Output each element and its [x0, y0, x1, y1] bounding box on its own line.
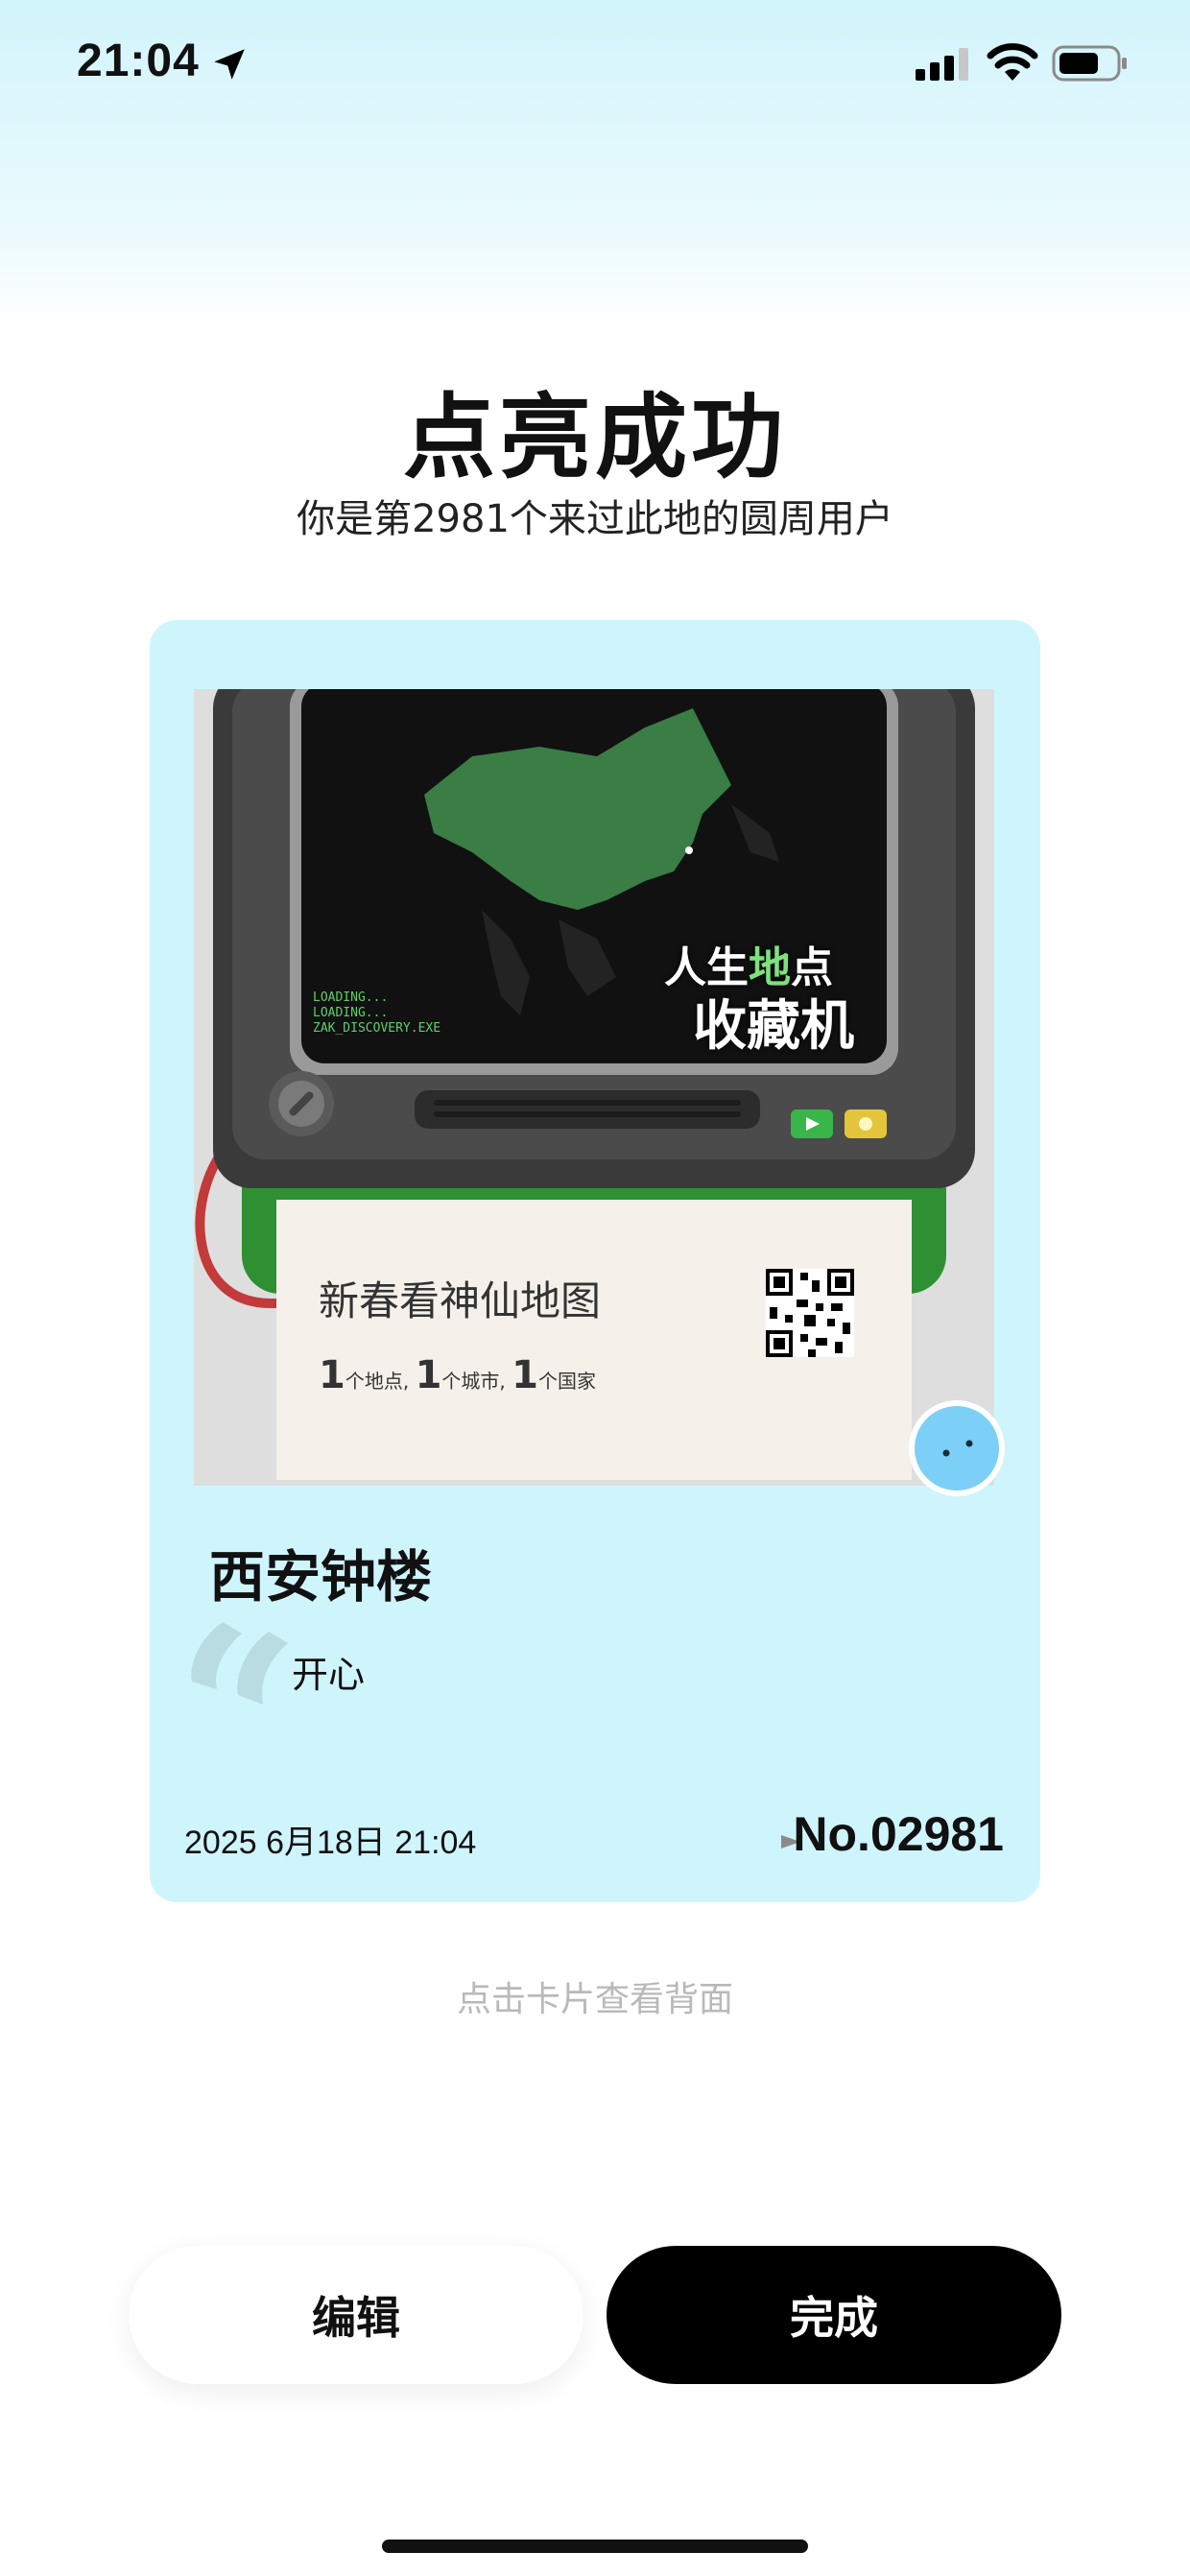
qr-code-icon — [766, 1269, 854, 1357]
checkin-date: 2025 6月18日 21:04 — [184, 1825, 477, 1861]
done-button[interactable]: 完成 — [607, 2246, 1061, 2384]
battery-icon — [1052, 45, 1127, 82]
edit-button[interactable]: 编辑 — [129, 2246, 583, 2384]
checkin-card[interactable]: LOADING... LOADING... ZAK_DISCOVERY.EXE … — [150, 620, 1040, 1902]
page-title: 点亮成功 — [403, 384, 787, 491]
ticket-stats: 1个地点, 1个城市, 1个国家 — [319, 1353, 596, 1397]
quote-mark-icon — [191, 1622, 288, 1705]
flip-card-hint[interactable]: 点击卡片查看背面 — [0, 1971, 1190, 2021]
cellular-signal-icon — [916, 48, 968, 81]
poster-ticket: 新春看神仙地图 1个地点, 1个城市, 1个国家 — [276, 1200, 912, 1480]
page-subtitle: 你是第2981个来过此地的圆周用户 — [297, 497, 893, 541]
mood-text: 开心 — [292, 1654, 366, 1696]
home-indicator[interactable] — [382, 2540, 808, 2553]
status-bar: 21:04 — [0, 0, 1190, 125]
ticket-title: 新春看神仙地图 — [319, 1277, 602, 1324]
poster-slogan-line2: 收藏机 — [693, 995, 854, 1058]
mascot-avatar-icon[interactable] — [906, 1397, 1008, 1499]
wifi-icon — [987, 43, 1038, 81]
checkin-number: No.02981 — [793, 1807, 1004, 1861]
status-time: 21:04 — [77, 36, 200, 86]
poster-image: LOADING... LOADING... ZAK_DISCOVERY.EXE … — [194, 689, 994, 1486]
place-name: 西安钟楼 — [209, 1544, 433, 1610]
location-arrow-icon — [214, 49, 245, 80]
screen-loading-text: LOADING... LOADING... ZAK_DISCOVERY.EXE — [313, 990, 441, 1036]
